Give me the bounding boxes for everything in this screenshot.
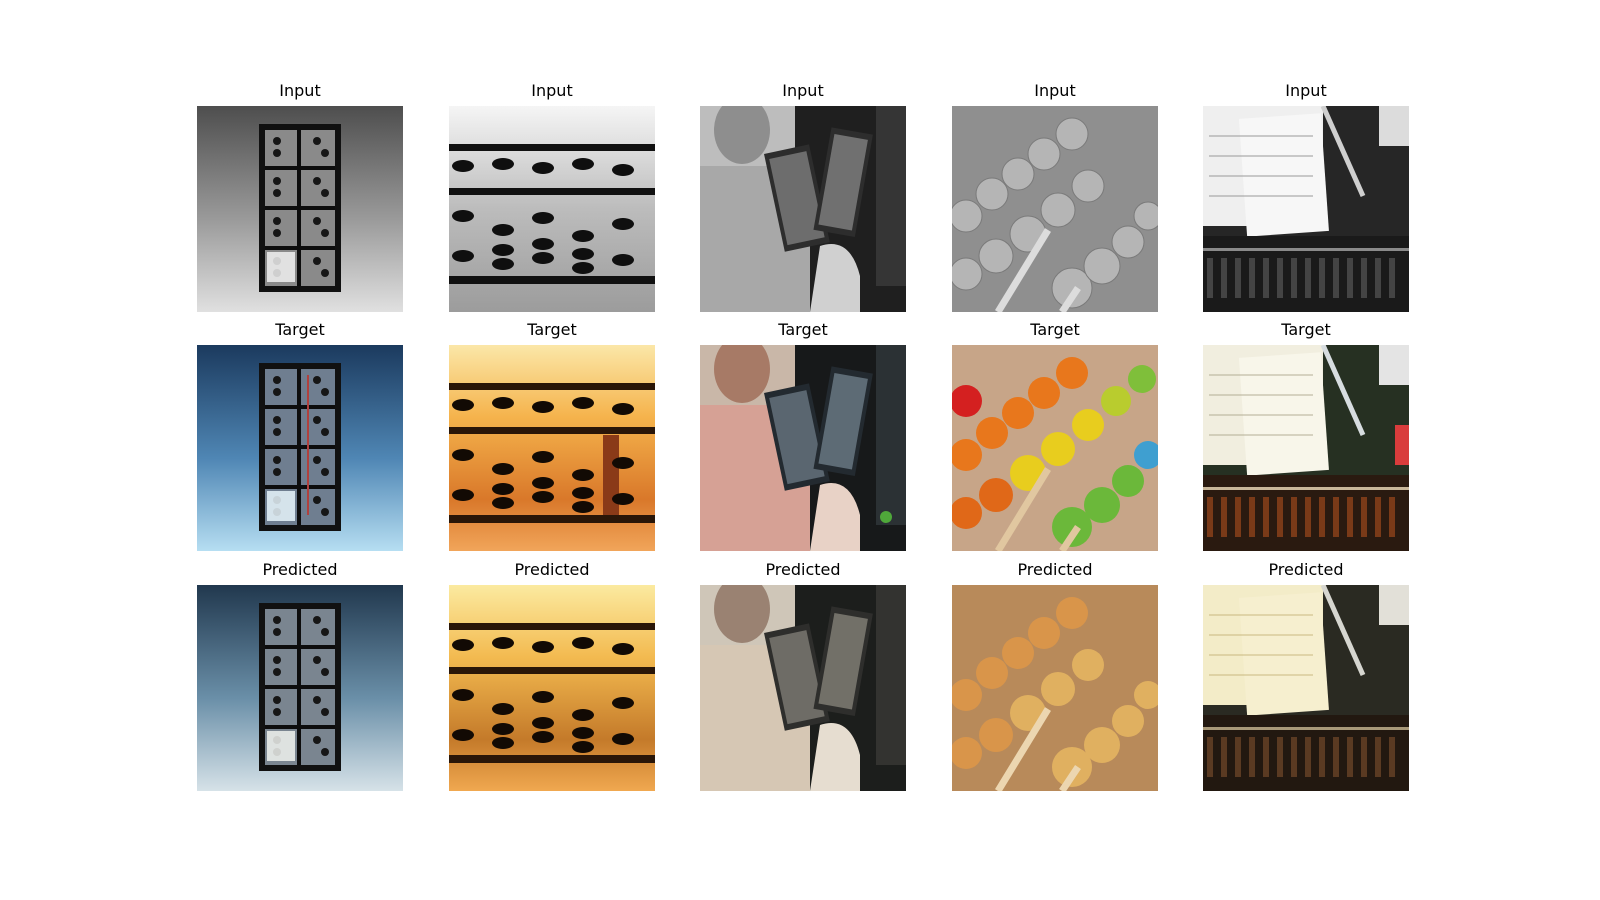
cell-title: Predicted — [514, 560, 590, 579]
image-grayscale-abacus-closeup — [449, 106, 655, 312]
image-predicted-abacus-closeup — [449, 585, 655, 791]
image-grayscale-abacus-beads-macro — [952, 106, 1158, 312]
cell-predicted-4: Predicted — [952, 561, 1158, 791]
cell-title: Target — [527, 320, 577, 339]
cell-title: Input — [531, 81, 573, 100]
cell-predicted-1: Predicted — [197, 561, 403, 791]
image-color-rainbow-abacus-beads — [952, 345, 1158, 551]
cell-title: Target — [275, 320, 325, 339]
image-color-abacus-closeup — [449, 345, 655, 551]
cell-predicted-5: Predicted — [1203, 561, 1409, 791]
cell-title: Input — [782, 81, 824, 100]
cell-input-2: Input — [449, 82, 655, 312]
cell-input-1: Input — [197, 82, 403, 312]
cell-title: Target — [778, 320, 828, 339]
cell-target-1: Target — [197, 321, 403, 551]
cell-title: Predicted — [1017, 560, 1093, 579]
image-predicted-upright-abacus — [197, 585, 403, 791]
image-predicted-desk-papers-pen-abacus — [1203, 585, 1409, 791]
cell-predicted-2: Predicted — [449, 561, 655, 791]
cell-title: Input — [1285, 81, 1327, 100]
cell-title: Predicted — [262, 560, 338, 579]
image-color-desk-papers-pen-abacus — [1203, 345, 1409, 551]
cell-input-5: Input — [1203, 82, 1409, 312]
cell-title: Predicted — [765, 560, 841, 579]
image-grayscale-man-holding-abacus — [700, 106, 906, 312]
cell-title: Target — [1030, 320, 1080, 339]
cell-title: Input — [1034, 81, 1076, 100]
cell-target-5: Target — [1203, 321, 1409, 551]
image-predicted-man-holding-abacus — [700, 585, 906, 791]
cell-target-4: Target — [952, 321, 1158, 551]
cell-title: Input — [279, 81, 321, 100]
image-color-upright-abacus — [197, 345, 403, 551]
cell-predicted-3: Predicted — [700, 561, 906, 791]
image-color-man-holding-abacus — [700, 345, 906, 551]
cell-title: Predicted — [1268, 560, 1344, 579]
cell-input-4: Input — [952, 82, 1158, 312]
cell-title: Target — [1281, 320, 1331, 339]
cell-input-3: Input — [700, 82, 906, 312]
image-grayscale-upright-abacus — [197, 106, 403, 312]
image-grayscale-desk-papers-pen-abacus — [1203, 106, 1409, 312]
image-predicted-abacus-beads — [952, 585, 1158, 791]
cell-target-3: Target — [700, 321, 906, 551]
cell-target-2: Target — [449, 321, 655, 551]
image-grid-figure: Input Input Input Input Input Target Tar… — [0, 0, 1600, 900]
